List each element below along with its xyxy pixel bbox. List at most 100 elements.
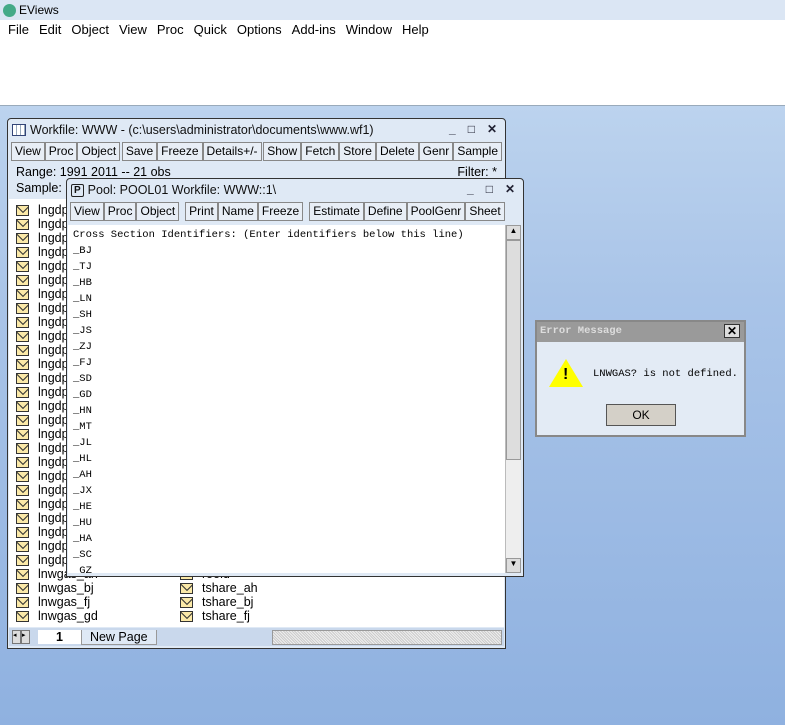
list-item[interactable]: lngdp: [16, 273, 69, 287]
list-item[interactable]: lngdp: [16, 371, 69, 385]
show-button[interactable]: Show: [263, 141, 302, 161]
proc-button[interactable]: Proc: [103, 201, 137, 221]
view-button[interactable]: View: [11, 141, 45, 161]
list-item[interactable]: lnwgas_fj: [16, 595, 90, 609]
ok-button[interactable]: OK: [606, 404, 676, 426]
menu-edit[interactable]: Edit: [34, 22, 66, 37]
store-button[interactable]: Store: [339, 141, 376, 161]
cross-section-id: _SC: [73, 549, 92, 561]
print-button[interactable]: Print: [185, 201, 218, 221]
menu-add-ins[interactable]: Add-ins: [287, 22, 341, 37]
close-button[interactable]: ✕: [724, 324, 740, 338]
item-label: lngdp: [38, 273, 69, 287]
filter-label[interactable]: Filter: *: [457, 165, 497, 179]
scroll-thumb[interactable]: [506, 240, 521, 460]
list-item[interactable]: lngdp: [16, 497, 69, 511]
list-item[interactable]: lngdp: [16, 301, 69, 315]
delete-button[interactable]: Delete: [375, 141, 419, 161]
list-item[interactable]: lngdp: [16, 525, 69, 539]
series-icon: [16, 442, 29, 454]
list-item[interactable]: lngdp: [16, 413, 69, 427]
series-icon: [16, 218, 29, 230]
pool-spec-editor[interactable]: Cross Section Identifiers: (Enter identi…: [68, 225, 505, 573]
cross-section-id: _ZJ: [73, 341, 92, 353]
list-item[interactable]: lngdp: [16, 315, 69, 329]
pool-icon: P: [71, 183, 84, 197]
sample-button[interactable]: Sample: [453, 141, 502, 161]
details-button[interactable]: Details+/-: [202, 141, 262, 161]
list-item[interactable]: tshare_bj: [180, 595, 253, 609]
minimize-button[interactable]: _: [449, 122, 456, 136]
maximize-button[interactable]: □: [468, 122, 475, 136]
series-icon: [16, 456, 29, 468]
genr-button[interactable]: Genr: [418, 141, 454, 161]
list-item[interactable]: lngdp: [16, 511, 69, 525]
list-item[interactable]: lngdp: [16, 287, 69, 301]
list-item[interactable]: lngdp: [16, 343, 69, 357]
list-item[interactable]: lngdp: [16, 385, 69, 399]
list-item[interactable]: lngdp: [16, 441, 69, 455]
item-label: lngdp: [38, 343, 69, 357]
sample-label[interactable]: Sample: 1: [16, 181, 72, 195]
list-item[interactable]: lngdp: [16, 469, 69, 483]
menu-object[interactable]: Object: [66, 22, 114, 37]
series-icon: [16, 512, 29, 524]
list-item[interactable]: lnwgas_gd: [16, 609, 98, 623]
freeze-button[interactable]: Freeze: [157, 141, 203, 161]
list-item[interactable]: lngdp: [16, 483, 69, 497]
menu-view[interactable]: View: [114, 22, 152, 37]
scroll-up-arrow[interactable]: ▲: [506, 225, 521, 240]
close-button[interactable]: ✕: [487, 122, 497, 136]
list-item[interactable]: tshare_fj: [180, 609, 250, 623]
series-icon: [16, 232, 29, 244]
list-item[interactable]: lngdp: [16, 245, 69, 259]
pool-toolbar: View Proc Object Print Name Freeze Estimate Def…: [70, 201, 520, 221]
freeze-button[interactable]: Freeze: [257, 201, 304, 221]
list-item[interactable]: lngdp: [16, 357, 69, 371]
name-button[interactable]: Name: [217, 201, 258, 221]
scroll-down-arrow[interactable]: ▼: [506, 558, 521, 573]
list-item[interactable]: lngdp: [16, 231, 69, 245]
list-item[interactable]: lngdp: [16, 259, 69, 273]
list-item[interactable]: lngdp: [16, 539, 69, 553]
proc-button[interactable]: Proc: [44, 141, 78, 161]
close-button[interactable]: ✕: [505, 182, 515, 196]
object-button[interactable]: Object: [136, 201, 180, 221]
series-icon: [16, 358, 29, 370]
list-item[interactable]: lnwgas_bj: [16, 581, 94, 595]
menu-quick[interactable]: Quick: [189, 22, 232, 37]
menu-proc[interactable]: Proc: [152, 22, 189, 37]
define-button[interactable]: Define: [363, 201, 407, 221]
list-item[interactable]: lngdp: [16, 217, 69, 231]
fetch-button[interactable]: Fetch: [301, 141, 340, 161]
tab-scroll-left[interactable]: ◂: [12, 630, 21, 644]
list-item[interactable]: lngdp: [16, 329, 69, 343]
list-item[interactable]: lngdp: [16, 203, 69, 217]
poolgenr-button[interactable]: PoolGenr: [406, 201, 466, 221]
tab-page-1[interactable]: 1: [38, 630, 81, 644]
command-window[interactable]: [0, 38, 785, 106]
list-item[interactable]: tshare_ah: [180, 581, 258, 595]
object-button[interactable]: Object: [77, 141, 121, 161]
view-button[interactable]: View: [70, 201, 104, 221]
tab-scroll-right[interactable]: ▸: [21, 630, 30, 644]
list-item[interactable]: lngdp: [16, 553, 69, 567]
maximize-button[interactable]: □: [486, 182, 493, 196]
menu-file[interactable]: File: [3, 22, 34, 37]
list-item[interactable]: lngdp: [16, 455, 69, 469]
list-item[interactable]: lngdp: [16, 399, 69, 413]
estimate-button[interactable]: Estimate: [309, 201, 364, 221]
minimize-button[interactable]: _: [467, 182, 474, 196]
tab-new-page[interactable]: New Page: [80, 629, 157, 645]
menu-window[interactable]: Window: [341, 22, 397, 37]
save-button[interactable]: Save: [121, 141, 158, 161]
item-label: tshare_ah: [202, 581, 258, 595]
cross-section-id: _HE: [73, 501, 92, 513]
vertical-scrollbar[interactable]: ▲ ▼: [505, 225, 521, 573]
menu-options[interactable]: Options: [232, 22, 287, 37]
horizontal-scrollbar[interactable]: [272, 629, 502, 645]
series-icon: [16, 204, 29, 216]
sheet-button[interactable]: Sheet: [465, 201, 505, 221]
menu-help[interactable]: Help: [397, 22, 434, 37]
list-item[interactable]: lngdp: [16, 427, 69, 441]
